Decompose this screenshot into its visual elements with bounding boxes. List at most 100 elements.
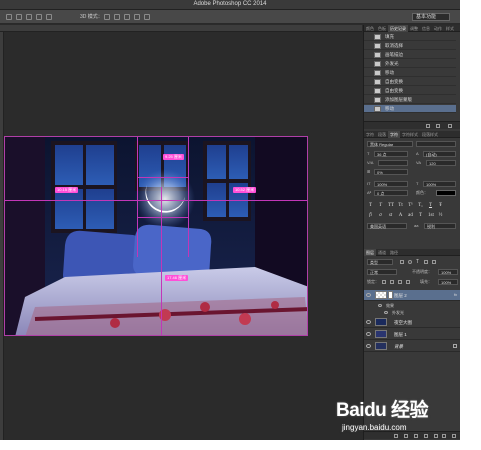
- layer-row[interactable]: 背景: [364, 341, 460, 352]
- auto-select-icon[interactable]: [16, 14, 22, 20]
- layer-row[interactable]: 夜空大图: [364, 317, 460, 328]
- workspace-select[interactable]: 基本功能: [412, 13, 450, 21]
- ornaments-icon[interactable]: T: [418, 213, 423, 219]
- adjustment-filter-icon[interactable]: [408, 260, 412, 264]
- tab-info[interactable]: 信息: [420, 25, 432, 32]
- layer-row[interactable]: 图层 2 fx: [364, 290, 460, 301]
- lock-position-icon[interactable]: [398, 280, 402, 284]
- opacity-field[interactable]: 100%: [438, 269, 458, 275]
- leading-field[interactable]: (自动): [423, 151, 456, 157]
- tab-character[interactable]: 字符: [388, 131, 400, 138]
- smart-object-filter-icon[interactable]: [432, 260, 436, 264]
- visibility-eye-icon[interactable]: [366, 293, 371, 297]
- pixel-filter-icon[interactable]: [400, 260, 404, 264]
- history-item[interactable]: 填充: [364, 33, 456, 41]
- layer-row[interactable]: 图层 1: [364, 329, 460, 340]
- camera-icon[interactable]: [436, 124, 440, 128]
- visibility-eye-icon[interactable]: [366, 332, 371, 336]
- bedroom-photo-canvas[interactable]: 9.25 厘米 10.15 厘米 10.52 厘米 17.46 厘米: [4, 136, 308, 336]
- layer-name[interactable]: 图层 1: [394, 329, 407, 340]
- visibility-eye-icon[interactable]: [366, 320, 371, 324]
- tab-paths[interactable]: 路径: [388, 249, 400, 256]
- ligature-icon[interactable]: fi: [368, 213, 373, 219]
- kerning-field[interactable]: [378, 160, 408, 166]
- tab-styles[interactable]: 样式: [444, 25, 456, 32]
- fx-badge[interactable]: fx: [454, 292, 457, 297]
- superscript-icon[interactable]: T¹: [408, 203, 413, 209]
- titling-alternates-icon[interactable]: ad: [408, 213, 413, 219]
- align-bottom-icon[interactable]: [46, 14, 52, 20]
- horizontal-ruler[interactable]: [0, 25, 362, 32]
- layer-name[interactable]: 夜空大图: [394, 317, 412, 328]
- history-item[interactable]: 自由变换: [364, 78, 456, 86]
- font-style-select[interactable]: [416, 141, 456, 147]
- baseline-shift-field[interactable]: 0 点: [374, 190, 408, 196]
- layer-effects-row[interactable]: 效果: [364, 302, 460, 309]
- new-snapshot-icon[interactable]: [426, 124, 430, 128]
- history-item[interactable]: 自由变换: [364, 87, 456, 95]
- tab-layers[interactable]: 图层: [364, 249, 376, 256]
- faux-italic-icon[interactable]: T: [378, 203, 383, 209]
- tab-channels[interactable]: 通道: [376, 249, 388, 256]
- type-filter-icon[interactable]: T: [416, 260, 420, 265]
- tab-character-left[interactable]: 字符: [364, 131, 376, 138]
- effects-eye-icon[interactable]: [378, 304, 382, 307]
- 3d-scale-icon[interactable]: [144, 14, 150, 20]
- lock-all-icon[interactable]: [406, 280, 410, 284]
- outer-glow-eye-icon[interactable]: [384, 311, 388, 314]
- guide-moon-bottom[interactable]: [137, 217, 189, 218]
- tab-actions[interactable]: 动作: [432, 25, 444, 32]
- swash-icon[interactable]: A: [398, 213, 403, 219]
- history-item[interactable]: 画笔描边: [364, 51, 456, 59]
- tracking-field[interactable]: 120: [426, 160, 456, 166]
- text-color-swatch[interactable]: [436, 190, 456, 196]
- history-item[interactable]: 添加图层蒙版: [364, 96, 456, 104]
- visibility-eye-icon[interactable]: [366, 344, 371, 348]
- tsume-field[interactable]: 0%: [374, 169, 408, 175]
- guide-horizontal-center[interactable]: [5, 200, 307, 201]
- stylistic-alternates-icon[interactable]: st: [388, 213, 393, 219]
- move-tool-icon[interactable]: [6, 14, 12, 20]
- ordinals-icon[interactable]: 1st: [428, 213, 434, 219]
- small-caps-icon[interactable]: Tt: [398, 203, 403, 209]
- strikethrough-icon[interactable]: Ŧ: [438, 203, 443, 209]
- fractions-icon[interactable]: ½: [438, 213, 443, 219]
- horizontal-scale-field[interactable]: 100%: [423, 181, 456, 187]
- tab-color[interactable]: 颜色: [364, 25, 376, 32]
- guide-vertical-right[interactable]: [188, 137, 189, 257]
- subscript-icon[interactable]: T₁: [418, 203, 423, 209]
- guide-moon-top[interactable]: [137, 177, 189, 178]
- tab-character-styles[interactable]: 字符样式: [400, 131, 420, 138]
- tab-swatches[interactable]: 色板: [376, 25, 388, 32]
- underline-icon[interactable]: T: [428, 203, 433, 209]
- tab-paragraph-styles[interactable]: 段落样式: [420, 131, 440, 138]
- tab-paragraph[interactable]: 段落: [376, 131, 388, 138]
- align-top-icon[interactable]: [26, 14, 32, 20]
- history-item-current[interactable]: 移动: [364, 105, 456, 113]
- lock-pixels-icon[interactable]: [390, 280, 394, 284]
- trash-icon[interactable]: [448, 124, 452, 128]
- font-size-field[interactable]: 36 点: [374, 151, 408, 157]
- vertical-scale-field[interactable]: 100%: [374, 181, 408, 187]
- old-style-icon[interactable]: σ: [378, 213, 383, 219]
- layer-effect-row[interactable]: 外发光: [364, 309, 460, 316]
- guide-vertical-left[interactable]: [137, 137, 138, 257]
- history-item[interactable]: 取消选择: [364, 42, 456, 50]
- layer-filter-select[interactable]: 类型: [367, 259, 393, 265]
- antialias-select[interactable]: 锐利: [424, 223, 456, 229]
- tab-adjustments[interactable]: 调整: [408, 25, 420, 32]
- layer-mask-thumbnail[interactable]: [388, 291, 393, 299]
- layer-name[interactable]: 背景: [394, 341, 403, 352]
- history-item[interactable]: 外发光: [364, 60, 456, 68]
- lock-transparency-icon[interactable]: [382, 280, 386, 284]
- fill-field[interactable]: 100%: [438, 279, 458, 285]
- all-caps-icon[interactable]: TT: [388, 203, 394, 209]
- font-family-select[interactable]: 黑体 Regular: [367, 141, 413, 147]
- layer-name[interactable]: 图层 2: [394, 290, 407, 301]
- shape-filter-icon[interactable]: [424, 260, 428, 264]
- guide-vertical-center[interactable]: [161, 187, 162, 335]
- blend-mode-select[interactable]: 正常: [367, 269, 397, 275]
- 3d-rotate-icon[interactable]: [104, 14, 110, 20]
- 3d-slide-icon[interactable]: [134, 14, 140, 20]
- language-select[interactable]: 美国英语: [367, 223, 407, 229]
